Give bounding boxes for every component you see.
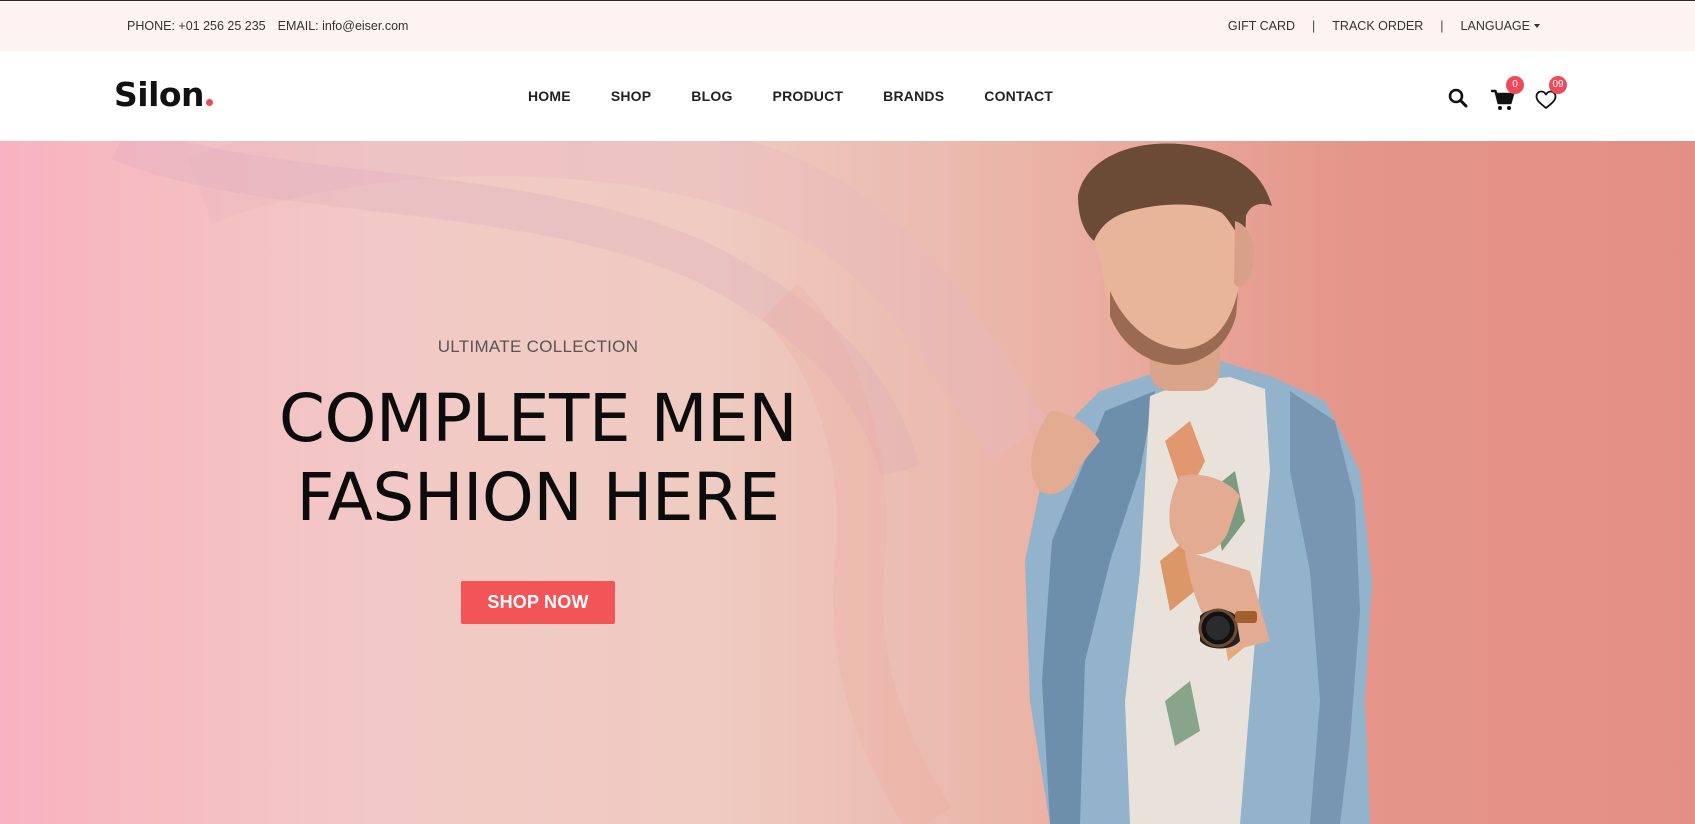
separator: | [1440, 19, 1444, 33]
header-icons: 0 09 [1445, 75, 1575, 125]
caret-down-icon [1534, 24, 1540, 28]
email-text[interactable]: EMAIL: info@eiser.com [278, 19, 409, 33]
cart-count-badge: 0 [1506, 76, 1524, 94]
separator: | [1312, 19, 1316, 33]
main-nav: HOME SHOP BLOG PRODUCT BRANDS CONTACT [528, 88, 1053, 104]
main-header: Silon HOME SHOP BLOG PRODUCT BRANDS CONT… [0, 51, 1695, 141]
hero-title-line2: FASHION HERE [296, 459, 780, 536]
top-bar: PHONE: +01 256 25 235 EMAIL: info@eiser.… [0, 0, 1695, 51]
gift-card-link[interactable]: GIFT CARD [1228, 19, 1295, 33]
nav-shop[interactable]: SHOP [611, 88, 651, 104]
hero-subtitle: ULTIMATE COLLECTION [437, 337, 639, 356]
wishlist-count-badge: 09 [1549, 76, 1567, 94]
logo-dot [206, 99, 214, 106]
top-links: GIFT CARD | TRACK ORDER | LANGUAGE [1228, 19, 1540, 33]
heart-icon[interactable] [1535, 90, 1557, 115]
hero-banner: ULTIMATE COLLECTION COMPLETE MEN FASHION… [0, 141, 1695, 824]
logo-text: Silon [114, 75, 205, 114]
nav-brands[interactable]: BRANDS [883, 88, 944, 104]
shop-now-button[interactable]: SHOP NOW [461, 581, 615, 624]
nav-home[interactable]: HOME [528, 88, 571, 104]
phone-text: PHONE: +01 256 25 235 [127, 19, 266, 33]
hero-title: COMPLETE MEN FASHION HERE [238, 379, 838, 537]
hero-title-line1: COMPLETE MEN [278, 380, 798, 457]
logo[interactable]: Silon [114, 75, 214, 114]
search-icon[interactable] [1448, 88, 1468, 113]
hero-content: ULTIMATE COLLECTION COMPLETE MEN FASHION… [238, 337, 838, 624]
track-order-link[interactable]: TRACK ORDER [1332, 19, 1423, 33]
language-label: LANGUAGE [1460, 19, 1530, 33]
language-dropdown[interactable]: LANGUAGE [1461, 19, 1540, 33]
model-photo [1025, 143, 1372, 824]
nav-contact[interactable]: CONTACT [984, 88, 1053, 104]
nav-blog[interactable]: BLOG [691, 88, 732, 104]
nav-product[interactable]: PRODUCT [773, 88, 844, 104]
contact-info: PHONE: +01 256 25 235 EMAIL: info@eiser.… [127, 19, 408, 33]
